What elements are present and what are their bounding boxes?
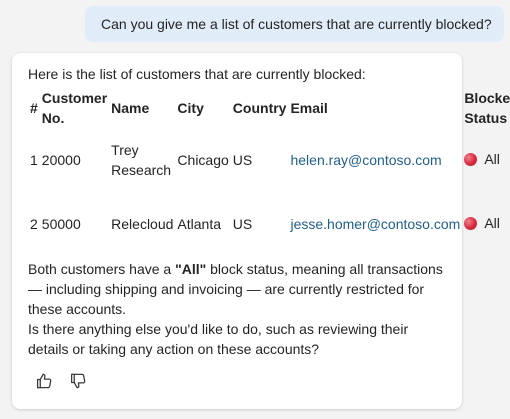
header-email: Email <box>290 100 328 116</box>
summary-paragraph: Both customers have a "All" block status… <box>28 259 448 319</box>
blocked-status: All <box>464 149 500 169</box>
summary-text-start: Both customers have a <box>28 261 176 277</box>
cell-email: jesse.homer@contoso.com <box>288 192 462 256</box>
table-row: 1 20000 Trey Research Chicago US helen.r… <box>28 128 510 192</box>
email-link[interactable]: jesse.homer@contoso.com <box>290 216 460 232</box>
header-index: # <box>30 100 38 116</box>
cell-index: 1 <box>30 152 38 168</box>
like-button[interactable] <box>34 371 54 391</box>
summary-bold-status: "All" <box>175 261 207 277</box>
dislike-button[interactable] <box>68 371 88 391</box>
blocked-status-label: All <box>484 215 500 232</box>
cell-email: helen.ray@contoso.com <box>288 128 462 192</box>
assistant-message: Here is the list of customers that are c… <box>12 53 510 409</box>
header-blocked-status: Blocked Status <box>464 90 510 126</box>
header-city: City <box>177 100 204 116</box>
assistant-intro: Here is the list of customers that are c… <box>28 66 366 82</box>
blocked-status-dot-icon <box>464 216 478 230</box>
feedback-actions <box>34 371 88 391</box>
cell-blocked-status: All <box>462 192 510 256</box>
cell-name: Relecloud <box>111 216 174 232</box>
followup-question: Is there anything else you'd like to do,… <box>28 321 409 357</box>
cell-blocked-status: All <box>462 128 510 192</box>
assistant-summary: Both customers have a "All" block status… <box>28 259 448 359</box>
thumbs-down-icon <box>70 373 86 389</box>
cell-customer-no: 20000 <box>41 152 81 168</box>
table-header-row: # Customer No. Name City Country Email B… <box>28 88 510 128</box>
cell-city: Chicago <box>177 152 229 168</box>
header-name: Name <box>111 100 150 116</box>
email-link[interactable]: helen.ray@contoso.com <box>290 152 441 168</box>
thumbs-up-icon <box>36 373 52 389</box>
cell-name: Trey Research <box>111 142 172 178</box>
chat-thread: Can you give me a list of customers that… <box>0 0 510 419</box>
blocked-customers-table: # Customer No. Name City Country Email B… <box>28 88 510 256</box>
blocked-status-dot-icon <box>464 152 478 166</box>
cell-country: US <box>232 216 253 232</box>
cell-customer-no: 50000 <box>41 216 81 232</box>
header-country: Country <box>232 100 287 116</box>
cell-index: 2 <box>30 216 38 232</box>
cell-country: US <box>232 152 253 168</box>
blocked-status-label: All <box>484 151 500 168</box>
user-message: Can you give me a list of customers that… <box>85 6 504 42</box>
table-row: 2 50000 Relecloud Atlanta US jesse.homer… <box>28 192 510 256</box>
blocked-status: All <box>464 213 500 233</box>
header-customer-no: Customer No. <box>41 90 108 126</box>
cell-city: Atlanta <box>177 216 222 232</box>
